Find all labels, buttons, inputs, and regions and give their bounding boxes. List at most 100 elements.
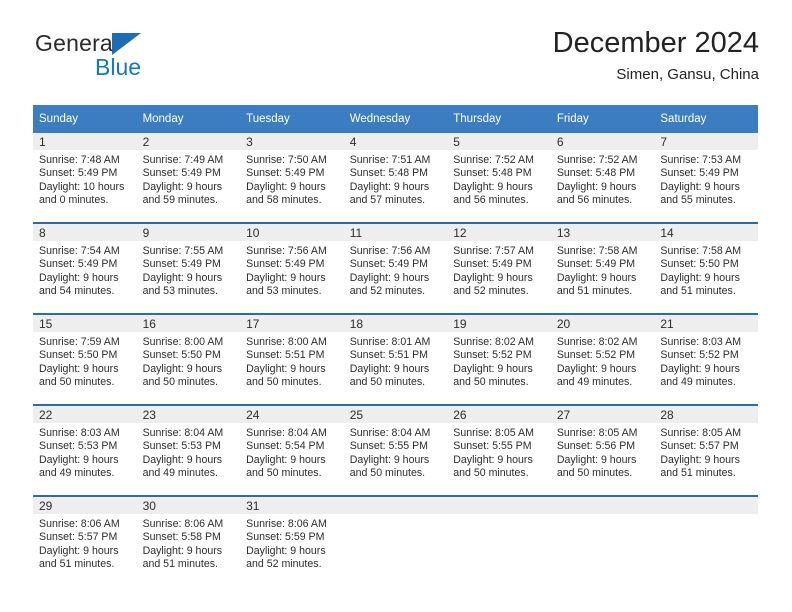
day-number: 1	[33, 133, 137, 150]
sunset-text: Sunset: 5:48 PM	[349, 167, 429, 180]
sunset-text: Sunset: 5:49 PM	[142, 258, 221, 271]
calendar-day-cell[interactable]: 25 Sunrise: 8:04 AM Sunset: 5:55 PM Dayligh…	[343, 404, 448, 496]
calendar-day-cell[interactable]: 14 Sunrise: 7:58 AM Sunset: 5:50 PM Dayligh…	[654, 222, 758, 314]
sunrise-text: Sunrise: 7:57 AM	[453, 245, 534, 257]
sunrise-text: Sunrise: 8:02 AM	[556, 336, 638, 348]
daylight-text-line1: Daylight: 9 hours	[39, 362, 119, 375]
day-details: Sunrise: 8:00 AM Sunset: 5:51 PM Daylight:…	[240, 332, 344, 390]
sunrise-text: Sunrise: 7:51 AM	[349, 154, 431, 166]
calendar-day-cell[interactable]: 22 Sunrise: 8:03 AM Sunset: 5:53 PM Dayligh…	[33, 404, 137, 496]
sunset-text: Sunset: 5:49 PM	[556, 258, 636, 271]
calendar-day-cell[interactable]: 3 Sunrise: 7:50 AM Sunset: 5:49 PM Daylight…	[240, 133, 344, 223]
weekday-header-monday: Monday	[136, 105, 241, 133]
sunrise-text: Sunrise: 8:04 AM	[246, 427, 327, 439]
day-details: Sunrise: 7:58 AM Sunset: 5:50 PM Daylight:…	[654, 241, 758, 299]
day-details: Sunrise: 8:01 AM Sunset: 5:51 PM Daylight:…	[344, 332, 448, 390]
sunrise-text: Sunrise: 8:05 AM	[453, 427, 534, 439]
sunset-text: Sunset: 5:52 PM	[556, 349, 636, 362]
day-details: Sunrise: 7:54 AM Sunset: 5:49 PM Daylight:…	[33, 241, 137, 299]
day-number: 22	[33, 406, 137, 423]
calendar-week-row: 29 Sunrise: 8:06 AM Sunset: 5:57 PM Dayligh…	[33, 495, 758, 586]
daylight-text-line2: and 54 minutes.	[39, 285, 115, 298]
calendar-day-cell[interactable]: 2 Sunrise: 7:49 AM Sunset: 5:49 PM Daylight…	[136, 133, 241, 223]
calendar-day-cell[interactable]: 18 Sunrise: 8:01 AM Sunset: 5:51 PM Dayligh…	[343, 313, 448, 405]
brand-logo[interactable]: General Blue	[33, 30, 263, 92]
day-number: 7	[654, 133, 758, 150]
day-number: 5	[447, 133, 551, 150]
calendar-day-cell[interactable]: 23 Sunrise: 8:04 AM Sunset: 5:53 PM Dayligh…	[136, 404, 241, 496]
daylight-text-line2: and 55 minutes.	[660, 194, 736, 207]
page-title: December 2024	[552, 27, 759, 59]
daylight-text-line2: and 52 minutes.	[349, 285, 426, 298]
calendar-week-row: 1 Sunrise: 7:48 AM Sunset: 5:49 PM Daylight…	[33, 133, 758, 223]
calendar-day-cell[interactable]: 8 Sunrise: 7:54 AM Sunset: 5:49 PM Daylight…	[33, 222, 137, 314]
calendar-day-cell[interactable]: 6 Sunrise: 7:52 AM Sunset: 5:48 PM Daylight…	[550, 133, 655, 223]
day-details: Sunrise: 8:05 AM Sunset: 5:56 PM Daylight:…	[551, 423, 655, 481]
day-details: Sunrise: 7:57 AM Sunset: 5:49 PM Daylight:…	[447, 241, 551, 299]
sunset-text: Sunset: 5:49 PM	[246, 258, 325, 271]
calendar-day-cell[interactable]: 19 Sunrise: 8:02 AM Sunset: 5:52 PM Dayligh…	[447, 313, 551, 405]
daylight-text-line1: Daylight: 9 hours	[349, 271, 430, 284]
calendar-day-cell[interactable]: 31 Sunrise: 8:06 AM Sunset: 5:59 PM Dayligh…	[240, 495, 344, 586]
day-number: 9	[136, 224, 241, 241]
sunrise-text: Sunrise: 7:58 AM	[556, 245, 638, 257]
daylight-text-line1: Daylight: 9 hours	[142, 180, 223, 193]
day-details: Sunrise: 8:06 AM Sunset: 5:59 PM Daylight:…	[240, 514, 344, 572]
page-header: General Blue December 2024 Simen, Gansu,…	[33, 26, 759, 98]
daylight-text-line2: and 50 minutes.	[453, 376, 529, 389]
sunrise-text: Sunrise: 8:05 AM	[660, 427, 742, 439]
calendar-day-cell[interactable]: 17 Sunrise: 8:00 AM Sunset: 5:51 PM Dayligh…	[240, 313, 344, 405]
calendar-day-cell[interactable]: 30 Sunrise: 8:06 AM Sunset: 5:58 PM Dayligh…	[136, 495, 241, 586]
calendar-day-cell[interactable]: 7 Sunrise: 7:53 AM Sunset: 5:49 PM Daylight…	[654, 133, 758, 223]
day-details	[654, 514, 758, 518]
calendar-day-cell-empty	[343, 495, 448, 586]
calendar-day-cell[interactable]: 12 Sunrise: 7:57 AM Sunset: 5:49 PM Dayligh…	[447, 222, 551, 314]
weekday-header-saturday: Saturday	[654, 105, 758, 133]
sunrise-text: Sunrise: 8:06 AM	[246, 518, 327, 530]
day-number: 6	[550, 133, 655, 150]
calendar-day-cell[interactable]: 28 Sunrise: 8:05 AM Sunset: 5:57 PM Dayligh…	[654, 404, 758, 496]
daylight-text-line1: Daylight: 9 hours	[660, 362, 740, 375]
calendar-day-cell-empty	[447, 495, 551, 586]
calendar-day-cell[interactable]: 5 Sunrise: 7:52 AM Sunset: 5:48 PM Daylight…	[447, 133, 551, 223]
calendar-day-cell[interactable]: 29 Sunrise: 8:06 AM Sunset: 5:57 PM Dayligh…	[33, 495, 137, 586]
sunset-text: Sunset: 5:55 PM	[349, 440, 429, 453]
calendar-day-cell[interactable]: 26 Sunrise: 8:05 AM Sunset: 5:55 PM Dayligh…	[447, 404, 551, 496]
daylight-text-line1: Daylight: 9 hours	[39, 544, 119, 557]
calendar-day-cell[interactable]: 21 Sunrise: 8:03 AM Sunset: 5:52 PM Dayligh…	[654, 313, 758, 405]
day-details: Sunrise: 7:50 AM Sunset: 5:49 PM Daylight:…	[240, 150, 344, 208]
calendar-day-cell[interactable]: 10 Sunrise: 7:56 AM Sunset: 5:49 PM Dayligh…	[240, 222, 344, 314]
daylight-text-line1: Daylight: 9 hours	[246, 180, 326, 193]
calendar-page: General Blue December 2024 Simen, Gansu,…	[0, 0, 792, 612]
daylight-text-line2: and 52 minutes.	[246, 558, 322, 571]
calendar-day-cell[interactable]: 13 Sunrise: 7:58 AM Sunset: 5:49 PM Dayligh…	[550, 222, 655, 314]
calendar-day-cell[interactable]: 24 Sunrise: 8:04 AM Sunset: 5:54 PM Dayligh…	[240, 404, 344, 496]
daylight-text-line2: and 56 minutes.	[453, 194, 529, 207]
day-details: Sunrise: 8:04 AM Sunset: 5:55 PM Daylight:…	[344, 423, 448, 481]
sunset-text: Sunset: 5:49 PM	[142, 167, 221, 180]
weekday-header-thursday: Thursday	[447, 105, 551, 133]
daylight-text-line1: Daylight: 10 hours	[39, 180, 125, 193]
calendar-day-cell[interactable]: 4 Sunrise: 7:51 AM Sunset: 5:48 PM Daylight…	[343, 133, 448, 223]
day-number: 24	[240, 406, 344, 423]
calendar-day-cell[interactable]: 9 Sunrise: 7:55 AM Sunset: 5:49 PM Daylight…	[136, 222, 241, 314]
calendar-day-cell-empty	[550, 495, 655, 586]
sunset-text: Sunset: 5:48 PM	[453, 167, 532, 180]
calendar-day-cell[interactable]: 11 Sunrise: 7:56 AM Sunset: 5:49 PM Dayligh…	[343, 222, 448, 314]
daylight-text-line1: Daylight: 9 hours	[246, 362, 326, 375]
calendar-day-cell[interactable]: 15 Sunrise: 7:59 AM Sunset: 5:50 PM Dayligh…	[33, 313, 137, 405]
day-details: Sunrise: 7:59 AM Sunset: 5:50 PM Daylight:…	[33, 332, 137, 390]
calendar-day-cell[interactable]: 1 Sunrise: 7:48 AM Sunset: 5:49 PM Daylight…	[33, 133, 137, 223]
calendar-week-row: 8 Sunrise: 7:54 AM Sunset: 5:49 PM Daylight…	[33, 222, 758, 314]
day-number: 8	[33, 224, 137, 241]
calendar-day-cell[interactable]: 16 Sunrise: 8:00 AM Sunset: 5:50 PM Dayligh…	[136, 313, 241, 405]
sunset-text: Sunset: 5:49 PM	[39, 258, 118, 271]
calendar-day-cell[interactable]: 27 Sunrise: 8:05 AM Sunset: 5:56 PM Dayligh…	[550, 404, 655, 496]
daylight-text-line2: and 52 minutes.	[453, 285, 529, 298]
sunrise-text: Sunrise: 8:01 AM	[349, 336, 431, 348]
day-number: 30	[136, 497, 241, 514]
calendar-day-cell[interactable]: 20 Sunrise: 8:02 AM Sunset: 5:52 PM Dayligh…	[550, 313, 655, 405]
daylight-text-line2: and 50 minutes.	[453, 467, 529, 480]
sunrise-text: Sunrise: 7:55 AM	[142, 245, 224, 257]
sunrise-text: Sunrise: 7:49 AM	[142, 154, 224, 166]
